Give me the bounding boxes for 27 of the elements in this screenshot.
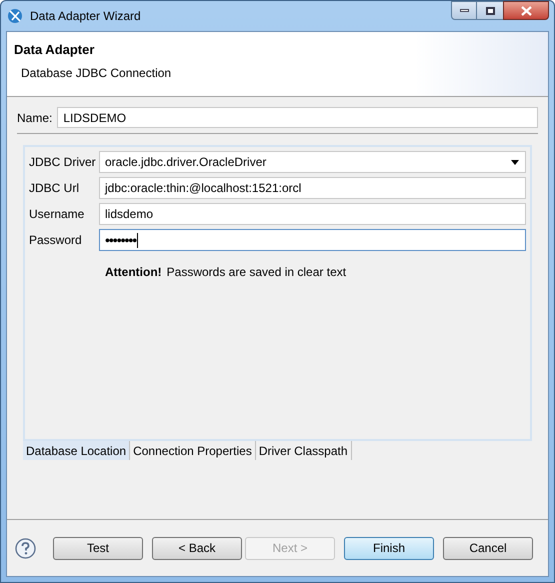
dropdown-arrow-icon	[511, 160, 519, 164]
field-label: JDBC Driver	[29, 154, 97, 171]
password-field[interactable]: ••••••••	[99, 229, 526, 251]
dialog-button[interactable]: Test	[53, 536, 143, 560]
dialog-button[interactable]: Cancel	[443, 536, 533, 560]
field-label: Name:	[17, 110, 52, 126]
field-label: Username	[29, 206, 86, 223]
help-icon[interactable]	[15, 538, 36, 558]
tab[interactable]: Database Location	[23, 441, 130, 460]
page-title: Data Adapter	[14, 42, 96, 58]
app-icon	[7, 8, 23, 24]
field-label: JDBC Url	[29, 180, 80, 197]
field-label: Password	[29, 232, 83, 249]
minimize-button[interactable]	[451, 1, 477, 20]
input-field[interactable]: jdbc:oracle:thin:@localhost:1521:orcl	[99, 177, 526, 199]
input-field[interactable]: lidsdemo	[99, 203, 526, 225]
page-description: Database JDBC Connection	[21, 65, 172, 81]
close-button[interactable]	[503, 1, 549, 20]
attention-label: Attention!	[105, 264, 162, 281]
name-field[interactable]: LIDSDEMO	[57, 107, 538, 128]
close-icon	[520, 6, 532, 16]
maximize-button[interactable]	[477, 1, 503, 20]
warning-text: Passwords are saved in clear text	[166, 264, 346, 281]
dialog-button[interactable]: Finish	[344, 536, 434, 560]
dialog-button[interactable]: < Back	[152, 536, 242, 560]
window-title: Data Adapter Wizard	[30, 8, 141, 25]
driver-dropdown[interactable]: oracle.jdbc.driver.OracleDriver	[99, 151, 526, 173]
